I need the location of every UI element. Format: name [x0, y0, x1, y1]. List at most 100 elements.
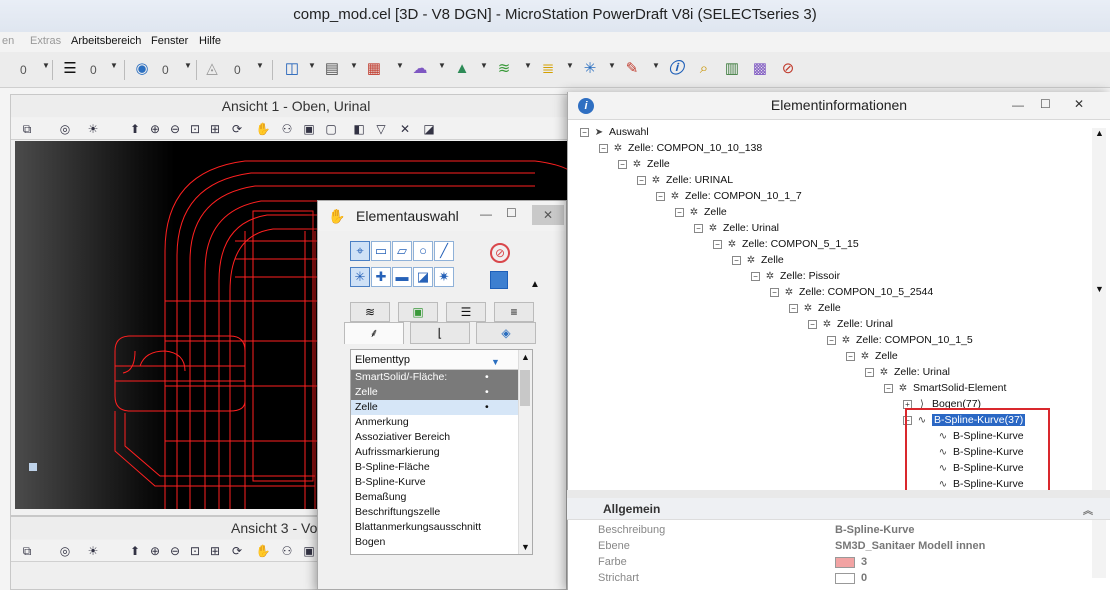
- list-item[interactable]: Beschriftungszelle: [351, 505, 532, 520]
- expand-toggle-icon[interactable]: −: [770, 287, 779, 297]
- tree-node[interactable]: − ✲ Zelle: COMPON_10_1_7: [656, 188, 802, 204]
- list-item[interactable]: Anmerkung: [351, 415, 532, 430]
- expand-toggle-icon[interactable]: −: [789, 303, 798, 313]
- globe-icon[interactable]: ◉: [132, 59, 152, 79]
- display-style-icon[interactable]: ◎: [57, 543, 73, 559]
- rotate-view-icon[interactable]: ⟳: [229, 121, 245, 137]
- expand-toggle-icon[interactable]: −: [827, 335, 836, 345]
- tree-node[interactable]: − ✲ Zelle: URINAL: [637, 172, 733, 188]
- subtract-selection-icon[interactable]: ▬: [392, 267, 412, 287]
- chevron-down-icon[interactable]: ▼: [256, 61, 264, 70]
- expand-toggle-icon[interactable]: −: [637, 175, 646, 185]
- chevron-down-icon[interactable]: ▼: [438, 61, 446, 70]
- expand-toggle-icon[interactable]: −: [865, 367, 874, 377]
- tree-node[interactable]: − ✲ SmartSolid-Element: [884, 380, 1006, 396]
- line-weight-icon[interactable]: ☰: [60, 59, 80, 79]
- tab-templates[interactable]: ◈: [476, 322, 536, 344]
- select-cursor-icon[interactable]: [490, 271, 508, 289]
- menu-item-fenster[interactable]: Fenster: [151, 35, 188, 47]
- fit-view-icon[interactable]: ⊞: [207, 543, 223, 559]
- tab-weights[interactable]: ≡: [494, 302, 534, 322]
- collapse-icon[interactable]: ︽: [1083, 502, 1093, 517]
- layers-green-icon[interactable]: ≋: [494, 59, 514, 79]
- view-attributes-icon[interactable]: ⧉: [19, 121, 35, 137]
- tree-node[interactable]: − ✲ Zelle: [618, 156, 670, 172]
- info-icon[interactable]: ⓘ: [666, 59, 686, 79]
- chevron-down-icon[interactable]: ▼: [308, 61, 316, 70]
- element-type-list[interactable]: Elementtyp ▼ SmartSolid/-Fläche: • Zelle • Z…: [350, 349, 533, 555]
- expand-toggle-icon[interactable]: −: [618, 159, 627, 169]
- attribute-value-c[interactable]: 0: [162, 60, 169, 80]
- expand-toggle-icon[interactable]: −: [846, 351, 855, 361]
- fit-view-icon[interactable]: ⊞: [207, 121, 223, 137]
- invert-selection-icon[interactable]: ◪: [413, 267, 433, 287]
- chevron-down-icon[interactable]: ▼: [608, 61, 616, 70]
- list-item[interactable]: Assoziativer Bereich: [351, 430, 532, 445]
- dialog-header[interactable]: i Elementinformationen — ☐ ✕: [568, 92, 1110, 120]
- list-item[interactable]: B-Spline-Kurve: [351, 475, 532, 490]
- expand-toggle-icon[interactable]: −: [713, 239, 722, 249]
- expand-toggle-icon[interactable]: −: [732, 255, 741, 265]
- tab-colors[interactable]: ▣: [398, 302, 438, 322]
- zoom-out-icon[interactable]: ⊖: [167, 543, 183, 559]
- file-icon[interactable]: ▥: [722, 59, 742, 79]
- chevron-down-icon[interactable]: ▼: [566, 61, 574, 70]
- view-previous-icon[interactable]: ▣: [301, 543, 317, 559]
- list-scrollbar[interactable]: ▲ ▼: [518, 350, 532, 554]
- update-view-icon[interactable]: ⬆: [127, 121, 143, 137]
- expand-toggle-icon[interactable]: −: [675, 207, 684, 217]
- models-icon[interactable]: ▦: [364, 59, 384, 79]
- property-row[interactable]: Ebene SM3D_Sanitaer Modell innen: [580, 538, 1100, 554]
- expand-toggle-icon[interactable]: −: [694, 223, 703, 233]
- expand-toggle-icon[interactable]: −: [751, 271, 760, 281]
- expand-toggle-icon[interactable]: −: [656, 191, 665, 201]
- new-selection-icon[interactable]: ✳: [350, 267, 370, 287]
- display-style-icon[interactable]: ◎: [57, 121, 73, 137]
- list-item[interactable]: B-Spline-Fläche: [351, 460, 532, 475]
- tree-node[interactable]: − ✲ Zelle: [846, 348, 898, 364]
- layers-yellow-icon[interactable]: ≣: [538, 59, 558, 79]
- tree-node[interactable]: − ➤ Auswahl: [580, 124, 649, 140]
- tab-linestyles[interactable]: ☰: [446, 302, 486, 322]
- list-item[interactable]: Aufrissmarkierung: [351, 445, 532, 460]
- tree-node[interactable]: − ✲ Zelle: Urinal: [865, 364, 950, 380]
- list-item[interactable]: Zelle •: [351, 385, 532, 400]
- scroll-up-icon[interactable]: ▲: [1095, 128, 1104, 138]
- sort-icon[interactable]: ▼: [491, 352, 500, 372]
- scroll-thumb[interactable]: [520, 370, 530, 406]
- maximize-icon[interactable]: ☐: [1040, 97, 1051, 111]
- menu-item-extras[interactable]: Extras: [30, 35, 61, 47]
- list-item[interactable]: Zelle •: [351, 400, 532, 415]
- chevron-down-icon[interactable]: ▼: [42, 61, 50, 70]
- list-item[interactable]: Blattanmerkungsausschnitt: [351, 520, 532, 535]
- attribute-value-b[interactable]: 0: [90, 60, 97, 80]
- tree-node[interactable]: − ✲ Zelle: Urinal: [808, 316, 893, 332]
- tab-types[interactable]: ⸙: [344, 322, 404, 344]
- cloud-icon[interactable]: ☁: [410, 59, 430, 79]
- clear-selection-icon[interactable]: ⊘: [490, 243, 510, 263]
- camera-icon[interactable]: ✕: [397, 121, 413, 137]
- tree-node[interactable]: − ✲ Zelle: Urinal: [694, 220, 779, 236]
- scroll-up-icon[interactable]: ▲: [521, 352, 530, 362]
- chevron-down-icon[interactable]: ▼: [524, 61, 532, 70]
- chevron-down-icon[interactable]: ▼: [480, 61, 488, 70]
- list-item[interactable]: Bogen: [351, 535, 532, 550]
- menu-item-partial[interactable]: en: [2, 35, 14, 47]
- section-header[interactable]: Allgemein ︽: [567, 498, 1110, 520]
- zoom-in-icon[interactable]: ⊕: [147, 121, 163, 137]
- clip-volume-icon[interactable]: ◧: [351, 121, 367, 137]
- walk-icon[interactable]: ⚇: [279, 543, 295, 559]
- block-select-icon[interactable]: ▭: [371, 241, 391, 261]
- view-attributes-icon[interactable]: ⧉: [19, 543, 35, 559]
- view-previous-icon[interactable]: ▣: [301, 121, 317, 137]
- list-header[interactable]: Elementtyp ▼: [351, 350, 532, 370]
- chevron-down-icon[interactable]: ▼: [350, 61, 358, 70]
- tree-node[interactable]: − ✲ Zelle: COMPON_10_5_2544: [770, 284, 933, 300]
- window-area-icon[interactable]: ⊡: [187, 121, 203, 137]
- attribute-value-a[interactable]: 0: [20, 60, 27, 80]
- expand-toggle-icon[interactable]: −: [580, 127, 589, 137]
- no-entry-icon[interactable]: ⊘: [778, 59, 798, 79]
- expand-toggle-icon[interactable]: −: [599, 143, 608, 153]
- tab-classes[interactable]: ⌊: [410, 322, 470, 344]
- property-row[interactable]: Beschreibung B-Spline-Kurve: [580, 522, 1100, 538]
